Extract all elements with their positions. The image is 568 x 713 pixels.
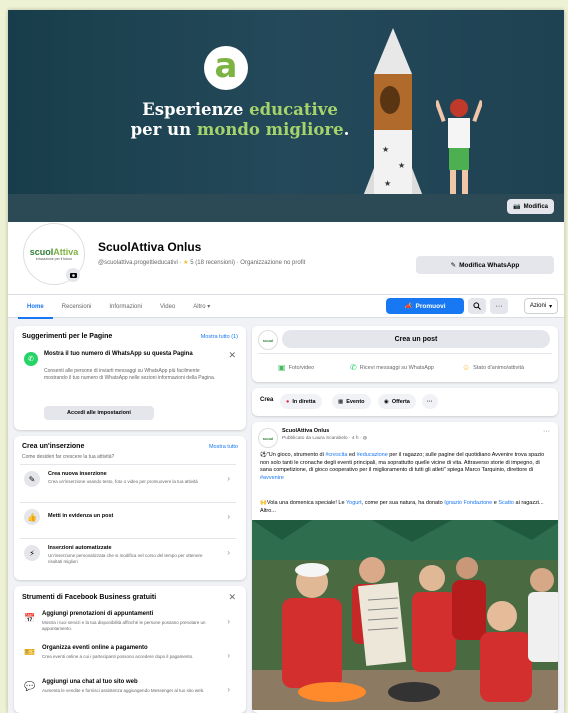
star-icon: ★ xyxy=(183,260,189,266)
page-name: ScuolAttiva Onlus xyxy=(98,240,202,254)
tab-reviews[interactable]: Recensioni xyxy=(53,295,101,319)
messenger-icon: 💬 xyxy=(24,680,36,691)
tool-appointments[interactable]: 📅 Aggiungi prenotazioni di appuntamenti … xyxy=(20,608,236,636)
cover-headline: Esperienze educative per un mondo miglio… xyxy=(130,100,350,139)
megaphone-icon: 📣 xyxy=(404,303,413,310)
cover-floor xyxy=(8,194,564,222)
cover-photo: a Esperienze educative per un mondo migl… xyxy=(8,10,564,222)
whatsapp-icon: ✆ xyxy=(24,352,38,366)
emoji-icon: ⚽ xyxy=(260,452,267,458)
whatsapp-messages-button[interactable]: ✆ Ricevi messaggi su WhatsApp xyxy=(350,363,434,372)
tab-info[interactable]: Informazioni xyxy=(100,295,151,319)
chevron-right-icon: › xyxy=(227,651,230,660)
chevron-right-icon: › xyxy=(227,512,230,521)
ticket-icon: 🎫 xyxy=(24,646,36,657)
actions-dropdown[interactable]: Azioni ▾ xyxy=(524,298,558,314)
svg-text:★: ★ xyxy=(384,179,391,188)
post-author[interactable]: ScuolAttiva Onlus xyxy=(282,428,329,434)
calendar-icon: ▦ xyxy=(338,398,344,405)
tool-website-chat[interactable]: 💬 Aggiungi una chat al tuo sito web Aume… xyxy=(20,676,236,704)
globe-icon: ◍ xyxy=(362,436,367,441)
whatsapp-icon: ✆ xyxy=(350,363,357,372)
avatar-brand: scuolAttiva xyxy=(29,247,79,257)
chevron-right-icon: › xyxy=(227,685,230,694)
post-body-paragraph-1: ⚽"Un gioco, strumento di #crescita ed #e… xyxy=(260,452,545,481)
more-options-button[interactable]: ··· xyxy=(490,298,508,314)
emoji-icon: 🙌 xyxy=(260,500,267,506)
composer-avatar: scuol xyxy=(258,330,278,350)
avatar-camera-icon[interactable] xyxy=(66,268,80,282)
tag-icon: ◉ xyxy=(384,398,389,405)
pencil-icon: ✎ xyxy=(450,262,457,269)
automated-ads-item[interactable]: ⚡ Inserzioni automatizzate Un'inserzione… xyxy=(20,538,236,568)
chevron-right-icon: › xyxy=(227,617,230,626)
svg-text:★: ★ xyxy=(382,145,389,154)
brand-logo-icon: a xyxy=(204,46,248,90)
close-icon[interactable]: ✕ xyxy=(228,350,236,361)
thumbs-up-icon: 👍 xyxy=(24,509,40,525)
live-button[interactable]: ● In diretta xyxy=(280,394,322,409)
show-all-ads-link[interactable]: Mostra tutto xyxy=(209,444,238,450)
tab-video[interactable]: Video xyxy=(151,295,184,319)
access-settings-button[interactable]: Accedi alle impostazioni xyxy=(44,406,154,420)
post-body-paragraph-2: 🙌Vola una domenica speciale! Le Yogurt, … xyxy=(260,500,544,514)
pencil-icon: ✎ xyxy=(24,471,40,487)
suggestions-card: Suggerimenti per le Pagine Mostra tutto … xyxy=(14,326,246,430)
photo-icon: ▣ xyxy=(278,363,286,372)
search-button[interactable] xyxy=(468,298,486,314)
child-astronaut-illustration xyxy=(436,99,482,200)
profile-header: scuolAttiva educazione per il futuro Scu… xyxy=(8,222,564,319)
search-icon xyxy=(473,302,481,310)
calendar-icon: 📅 xyxy=(24,612,36,623)
rocket-illustration: ★ ★ ★ xyxy=(360,28,426,210)
feeling-activity-button[interactable]: ☺ Stato d'animo/attività xyxy=(462,363,524,372)
photo-video-button[interactable]: ▣ Foto/video xyxy=(278,363,314,372)
post-photo[interactable] xyxy=(252,520,558,710)
post-author-avatar: scuol xyxy=(258,428,278,448)
post-meta: Pubblicato da Laura Scarabelo · 4 h · ◍ xyxy=(282,436,367,441)
show-all-suggestions-link[interactable]: Mostra tutto (1) xyxy=(201,334,238,340)
edit-whatsapp-button[interactable]: ✎ Modifica WhatsApp xyxy=(416,256,554,274)
feed-post: scuol ScuolAttiva Onlus Pubblicato da La… xyxy=(252,422,558,713)
close-icon[interactable]: ✕ xyxy=(228,592,236,603)
create-bar: Crea ● In diretta ▦ Evento ◉ Offerta ··· xyxy=(252,388,558,416)
boost-post-item[interactable]: 👍 Metti in evidenza un post › xyxy=(20,502,236,532)
create-post-input[interactable]: Crea un post xyxy=(282,330,550,348)
business-tools-card: Strumenti di Facebook Business gratuiti … xyxy=(14,586,246,713)
facebook-page-frame: a Esperienze educative per un mondo migl… xyxy=(8,10,564,713)
event-button[interactable]: ▦ Evento xyxy=(332,394,371,409)
promote-button[interactable]: 📣 Promuovi xyxy=(386,298,464,314)
tab-home[interactable]: Home xyxy=(18,295,53,319)
post-composer: scuol Crea un post ▣ Foto/video ✆ Ricevi m… xyxy=(252,326,558,382)
page-meta: @scuolattiva.progettieducativi · ★ 5 (18… xyxy=(98,260,306,266)
chevron-right-icon: › xyxy=(227,548,230,557)
tab-more[interactable]: Altro ▾ xyxy=(184,295,219,319)
svg-text:★: ★ xyxy=(398,161,405,170)
chevron-right-icon: › xyxy=(227,474,230,483)
magic-wand-icon: ⚡ xyxy=(24,545,40,561)
tool-paid-events[interactable]: 🎫 Organizza eventi online a pagamento Cr… xyxy=(20,642,236,670)
more-create-button[interactable]: ··· xyxy=(422,394,438,409)
create-new-ad-item[interactable]: ✎ Crea nuova inserzione Crea un'inserzio… xyxy=(20,464,236,494)
offer-button[interactable]: ◉ Offerta xyxy=(378,394,416,409)
live-icon: ● xyxy=(286,398,290,405)
smile-icon: ☺ xyxy=(462,363,471,372)
create-ad-card: Crea un'inserzione Mostra tutto Come des… xyxy=(14,436,246,580)
post-options-button[interactable]: ··· xyxy=(543,428,550,435)
camera-icon: 📷 xyxy=(513,204,521,210)
edit-cover-button[interactable]: 📷 Modifica xyxy=(507,199,554,214)
caret-down-icon: ▾ xyxy=(549,303,553,310)
